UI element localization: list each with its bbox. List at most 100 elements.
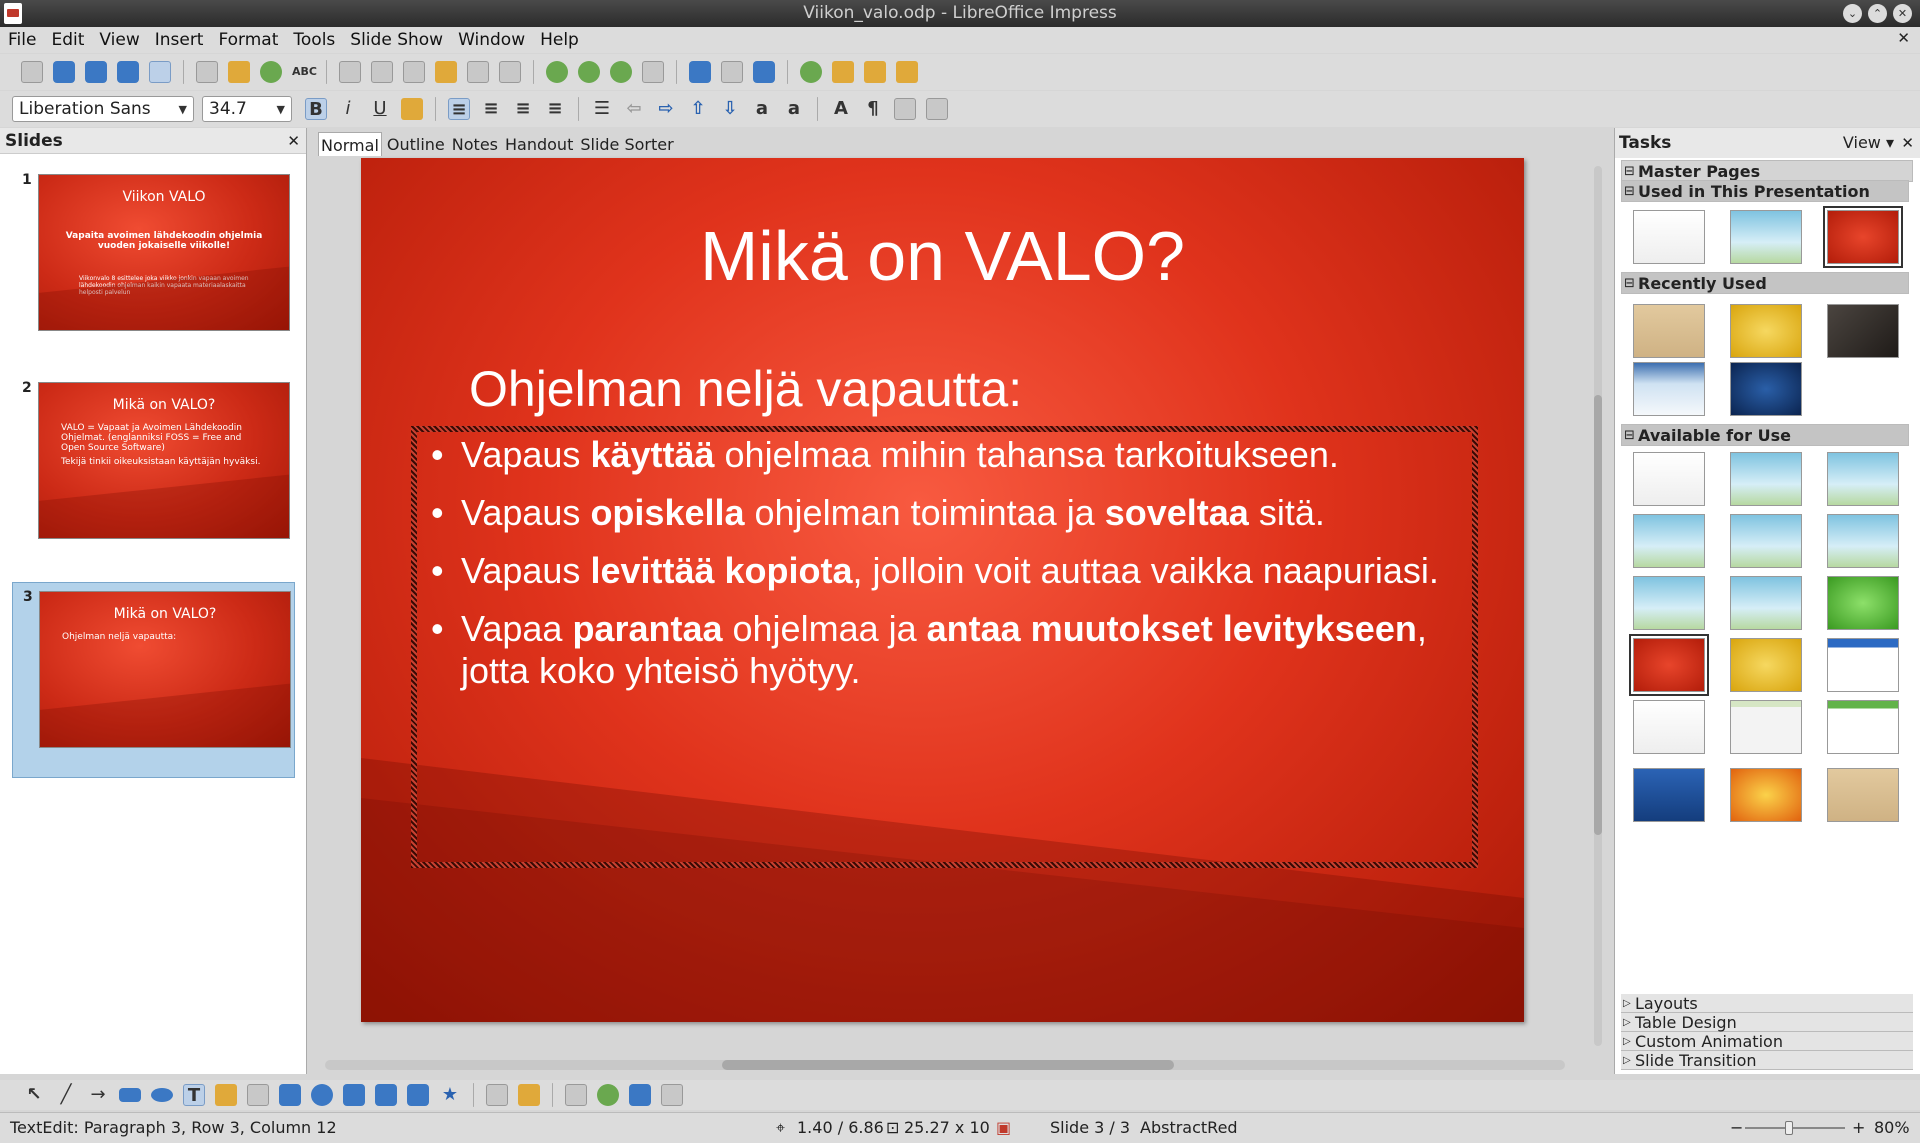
master-page-thumb[interactable] [1730,638,1802,692]
bullets-numbering-icon[interactable] [894,98,916,120]
master-page-thumb[interactable] [1730,304,1802,358]
master-page-thumb[interactable] [1730,210,1802,264]
zoom-in-icon[interactable]: + [1852,1113,1865,1143]
used-in-presentation-section[interactable]: Used in This Presentation [1621,180,1909,203]
bold-icon[interactable]: B [305,98,327,120]
character-icon[interactable]: A [830,98,852,120]
bullet-item[interactable]: Vapaus opiskella ohjelman toimintaa ja s… [431,492,1472,534]
spellcheck-icon[interactable] [260,61,282,83]
navigator-icon[interactable] [689,61,711,83]
slide-thumbnail-3[interactable]: 3 Mikä on VALO? Ohjelman neljä vapautta: [12,582,295,778]
master-page-thumb[interactable] [1633,700,1705,754]
shadow-icon[interactable] [401,98,423,120]
subscript-icon[interactable]: a [783,98,805,120]
line-arrow-icon[interactable]: → [87,1084,109,1106]
master-page-thumb[interactable] [1633,304,1705,358]
close-pane-icon[interactable]: ✕ [1901,128,1914,158]
save-icon[interactable] [85,61,107,83]
master-page-thumb[interactable] [1730,700,1802,754]
minimize-button[interactable]: ⌄ [1843,4,1862,23]
close-document-icon[interactable]: ✕ [1897,29,1910,47]
zoom-slider[interactable] [1745,1127,1845,1129]
master-page-thumb[interactable] [1827,638,1899,692]
slide-editor[interactable]: Mikä on VALO? Ohjelman neljä vapautta: V… [361,158,1524,1022]
glue-points-icon[interactable] [518,1084,540,1106]
menu-format[interactable]: Format [218,30,278,50]
cut-icon[interactable] [339,61,361,83]
menu-help[interactable]: Help [540,30,579,50]
italic-icon[interactable]: i [337,98,359,120]
master-page-thumb[interactable] [1730,514,1802,568]
menu-tools[interactable]: Tools [293,30,335,50]
show-draw-functions-icon[interactable] [610,61,632,83]
callouts-icon[interactable] [407,1084,429,1106]
line-icon[interactable]: ╱ [55,1084,77,1106]
bullets-icon[interactable]: ☰ [591,98,613,120]
tab-notes[interactable]: Notes [449,132,500,157]
from-file-icon[interactable] [597,1084,619,1106]
promote-icon[interactable]: ⇨ [655,98,677,120]
menu-edit[interactable]: Edit [51,30,84,50]
ellipse-icon[interactable] [151,1088,173,1102]
autospell-icon[interactable]: ABC [292,61,317,83]
justify-icon[interactable]: ≡ [544,98,566,120]
align-right-icon[interactable]: ≡ [512,98,534,120]
tasks-view-menu[interactable]: View ▾ [1843,128,1894,158]
master-page-thumb[interactable] [1633,362,1705,416]
bullet-item[interactable]: Vapaus käyttää ohjelmaa mihin tahansa ta… [431,434,1472,476]
text-direction-icon[interactable] [926,98,948,120]
edit-mode-icon[interactable] [149,61,171,83]
available-for-use-section[interactable]: Available for Use [1621,424,1909,447]
move-up-icon[interactable]: ⇧ [687,98,709,120]
master-page-thumb[interactable] [1730,452,1802,506]
connector-icon[interactable] [247,1084,269,1106]
stars-icon[interactable]: ★ [439,1084,461,1106]
slide-layout-icon[interactable] [832,61,854,83]
export-pdf-icon[interactable] [196,61,218,83]
master-page-thumb[interactable] [1633,768,1705,822]
scroll-thumb[interactable] [722,1060,1174,1070]
paragraph-icon[interactable]: ¶ [862,98,884,120]
new-slide-icon[interactable] [800,61,822,83]
slide-subtitle[interactable]: Ohjelman neljä vapautta: [469,360,1022,418]
demote-icon[interactable]: ⇦ [623,98,645,120]
copy-icon[interactable] [371,61,393,83]
slide-thumbnail-2[interactable]: 2 Mikä on VALO? VALO = Vapaat ja Avoimen… [12,374,295,570]
points-icon[interactable] [486,1084,508,1106]
symbol-shapes-icon[interactable] [311,1084,333,1106]
master-page-thumb[interactable] [1633,452,1705,506]
help-icon[interactable] [753,61,775,83]
extrusion-icon[interactable] [661,1084,683,1106]
fontwork-icon[interactable] [565,1084,587,1106]
master-page-thumb[interactable] [1633,210,1705,264]
slide-design-icon[interactable] [864,61,886,83]
basic-shapes-icon[interactable] [279,1084,301,1106]
master-pages-section[interactable]: Master Pages [1621,160,1913,183]
vertical-scrollbar[interactable] [1591,160,1605,1060]
slide-thumbnail-1[interactable]: 1 Viikon VALO Vapaita avoimen lähdekoodi… [12,166,295,362]
master-page-thumb[interactable] [1730,576,1802,630]
document-modified-icon[interactable]: ▣ [996,1113,1011,1143]
tab-handout[interactable]: Handout [503,132,576,157]
menu-file[interactable]: File [8,30,36,50]
flowchart-icon[interactable] [375,1084,397,1106]
paste-icon[interactable] [403,61,425,83]
table-icon[interactable] [578,61,600,83]
move-down-icon[interactable]: ⇩ [719,98,741,120]
content-textbox[interactable]: Vapaus käyttää ohjelmaa mihin tahansa ta… [411,426,1478,868]
bullet-list[interactable]: Vapaus käyttää ohjelmaa mihin tahansa ta… [417,434,1472,692]
slide-show-icon[interactable] [896,61,918,83]
close-window-button[interactable]: ✕ [1893,4,1912,23]
scroll-thumb[interactable] [1594,395,1602,835]
grid-icon[interactable] [642,61,664,83]
text-tool-icon[interactable]: T [183,1084,205,1106]
master-page-thumb[interactable] [1827,576,1899,630]
master-page-thumb[interactable] [1633,576,1705,630]
slide-title[interactable]: Mikä on VALO? [361,216,1524,296]
block-arrows-icon[interactable] [343,1084,365,1106]
chart-icon[interactable] [546,61,568,83]
zoom-level[interactable]: 80% [1874,1113,1910,1143]
zoom-out-icon[interactable]: − [1730,1113,1743,1143]
impress-app-icon[interactable] [4,3,22,24]
master-page-thumb[interactable] [1827,700,1899,754]
